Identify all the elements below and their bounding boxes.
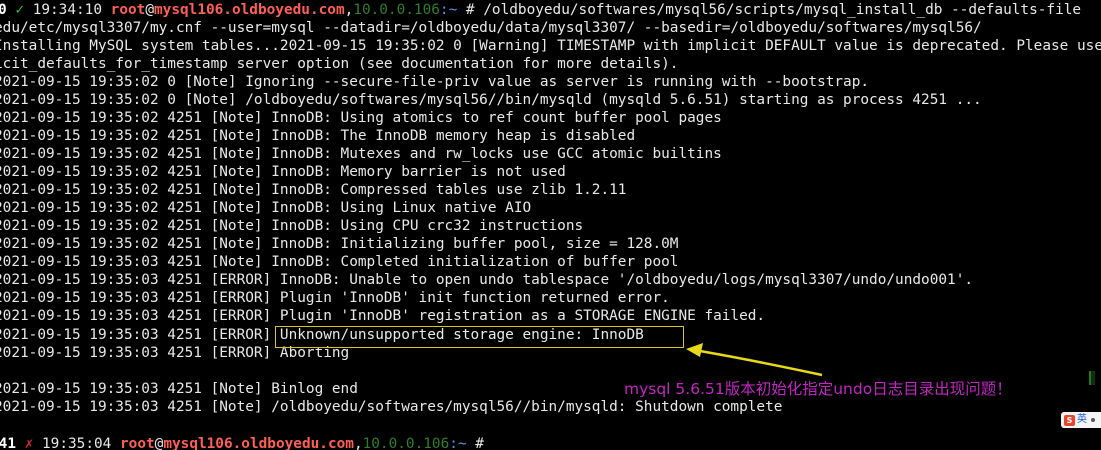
prompt-symbol: # [466,436,493,450]
output-line: 2021-09-15 19:35:03 4251 [ERROR] Plugin … [0,290,670,306]
prompt-user: root [110,2,146,18]
output-line: 2021-09-15 19:35:02 4251 [Note] InnoDB: … [0,128,636,144]
prompt-host: mysql106.oldboyedu.com [154,2,345,18]
prompt-separator: , [344,2,354,18]
prompt-time: 19:35:04 [42,436,112,450]
exit-status-count: 0 [0,2,7,18]
prompt-line-2[interactable]: 141 ✗ 19:35:04 root@mysql106.oldboyedu.c… [0,434,501,450]
output-line: 2021-09-15 19:35:02 0 [Note] /oldboyedu/… [0,92,982,108]
output-line: 2021-09-15 19:35:02 4251 [Note] InnoDB: … [0,110,722,126]
output-line: 2021-09-15 19:35:02 4251 [Note] InnoDB: … [0,164,566,180]
ime-language-label[interactable]: 英 [1077,412,1087,428]
prompt-symbol: # [457,2,484,18]
ime-punctuation-icon[interactable] [1091,418,1095,422]
output-line: 2021-09-15 19:35:03 4251 [ERROR] Plugin … [0,308,766,324]
prompt-at: @ [145,2,154,18]
output-line: 2021-09-15 19:35:03 4251 [ERROR] InnoDB:… [0,272,974,288]
output-line: 2021-09-15 19:35:02 4251 [Note] InnoDB: … [0,236,679,252]
text-cursor[interactable] [493,434,501,448]
output-line: Installing MySQL system tables...2021-09… [0,38,1101,54]
prompt-ip: 10.0.0.106 [353,2,440,18]
prompt-ip: 10.0.0.106 [362,436,450,450]
output-line: 2021-09-15 19:35:03 4251 [Note] InnoDB: … [0,254,679,270]
prompt-path: :~ [439,2,458,18]
terminal-window[interactable]: 0 ✓ 19:34:10 root@mysql106.oldboyedu.com… [0,0,1101,450]
output-line: 2021-09-15 19:35:02 4251 [Note] InnoDB: … [0,182,627,198]
success-check-icon: ✓ [15,2,25,18]
output-line: 2021-09-15 19:35:02 0 [Note] Ignoring --… [0,74,870,90]
output-line: icit_defaults_for_timestamp server optio… [0,56,679,72]
output-line: 2021-09-15 19:35:02 4251 [Note] InnoDB: … [0,146,722,162]
prompt-user: root [120,436,155,450]
prompt-separator: , [353,436,363,450]
ime-logo-icon: S [1064,414,1075,426]
output-line: 2021-09-15 19:35:03 4251 [Note] Binlog e… [0,381,358,397]
prompt-host: mysql106.oldboyedu.com [163,436,354,450]
output-line: 2021-09-15 19:35:02 4251 [Note] InnoDB: … [0,200,532,216]
prompt-time: 19:34:10 [32,2,102,18]
failure-cross-icon: ✗ [24,436,34,450]
highlight-box [275,326,684,348]
prompt-path: :~ [449,436,467,450]
exit-status-code: 141 [0,436,16,450]
command-continuation: edu/etc/mysql3307/my.cnf --user=mysql --… [0,20,982,36]
scroll-marker-icon [1089,371,1095,385]
annotation-text: mysql 5.6.51版本初始化指定undo日志目录出现问题！ [624,380,1012,398]
output-line: 2021-09-15 19:35:02 4251 [Note] InnoDB: … [0,218,584,234]
command-text: /oldboyedu/softwares/mysql56/scripts/mys… [483,2,1082,18]
prompt-line-1: 0 ✓ 19:34:10 root@mysql106.oldboyedu.com… [0,1,1081,19]
ime-toolbar[interactable]: S 英 [1061,412,1101,428]
